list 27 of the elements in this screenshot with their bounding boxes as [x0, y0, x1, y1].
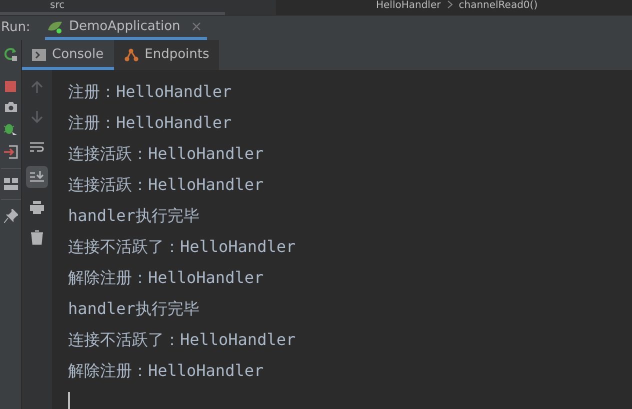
breadcrumb[interactable]: HelloHandler	[376, 0, 441, 12]
console-line: 解除注册：HelloHandler	[68, 267, 265, 289]
console-line: 连接不活跃了：HelloHandler	[68, 329, 297, 351]
camera-icon	[4, 101, 18, 113]
chevron-icon	[446, 0, 453, 9]
run-label: Run:	[1, 19, 32, 38]
exit-icon	[4, 145, 18, 159]
pin-icon	[4, 209, 18, 223]
layout-icon	[4, 178, 18, 190]
bug-icon	[3, 122, 18, 136]
tree-item[interactable]: src	[50, 0, 65, 11]
console-icon	[32, 49, 46, 61]
console-line: 连接活跃：HelloHandler	[68, 174, 265, 196]
console-line: 连接活跃：HelloHandler	[68, 143, 265, 165]
console-line: 连接不活跃了：HelloHandler	[68, 236, 297, 258]
tool-tab[interactable]: Endpoints	[114, 40, 220, 70]
app-leaf-icon	[47, 20, 63, 34]
stop-icon	[5, 81, 16, 92]
endpoints-icon	[124, 48, 139, 62]
console-line: 注册：HelloHandler	[68, 81, 233, 103]
console-line: 注册：HelloHandler	[68, 112, 233, 134]
console-line: handler执行完毕	[68, 298, 200, 320]
toolbar-button[interactable]	[26, 166, 48, 188]
breadcrumb[interactable]: channelRead0()	[458, 0, 538, 12]
rerun-icon	[4, 47, 18, 61]
console-line: 解除注册：HelloHandler	[68, 360, 265, 382]
console-line: handler执行完毕	[68, 205, 200, 227]
